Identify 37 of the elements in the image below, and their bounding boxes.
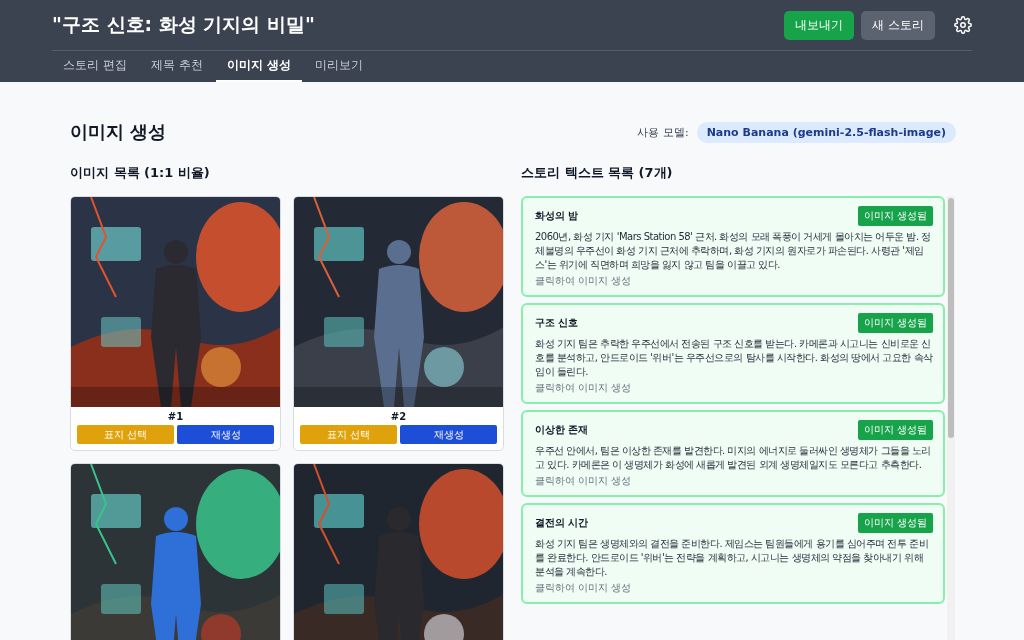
story-card-title: 구조 신호 [535,316,579,330]
image-list-title: 이미지 목록 (1:1 비율) [70,164,211,182]
image-number: #2 [389,411,408,422]
new-story-button[interactable]: 새 스토리 [861,10,935,40]
status-badge: 이미지 생성됨 [857,313,933,333]
story-card[interactable]: 화성의 밤 이미지 생성됨 2060년, 화성 기지 'Mars Station 58' 근처. 화성의 모래 폭풍이 거세게 몰아치는 어두운 밤. 정체불명의 우주선이 화성 기지 근처에 추락하며, 화성 기지의 원자로가 파손된다. 사령관 '제임스'는 위기에 직면하며 희망을 잃지 않고 팀을 이끌고 있다. 클릭하여 이미지 생성 [521,196,945,297]
story-list-title: 스토리 텍스트 목록 (7개) [521,164,674,182]
story-text: 화성 기지 팀은 추락한 우주선에서 전송된 구조 신호를 받는다. 카메론과 시고니는 신비로운 신호를 분석하고, 안드로이드 '위버'는 우주선으로의 탐사를 시작한다. 화성의 땅에서 고요한 속삭임이 들린다. [535,337,933,379]
hint-text: 클릭하여 이미지 생성 [535,581,633,595]
model-badge: Nano Banana (gemini-2.5-flash-image) [696,121,956,143]
story-card-title: 화성의 밤 [535,209,579,223]
story-text: 우주선 안에서, 팀은 이상한 존재를 발견한다. 미지의 에너지로 둘러싸인 생명체가 그들을 노리고 있다. 카메론은 이 생명체가 화성에 새롭게 발견된 외계 생명체일지도 모른다고 추측한다. [535,444,932,472]
settings-icon[interactable] [954,16,972,34]
story-card-title: 결전의 시간 [535,516,589,530]
hint-text: 클릭하여 이미지 생성 [535,274,633,288]
status-badge: 이미지 생성됨 [857,206,933,226]
image-number: #1 [166,411,185,422]
regenerate-button[interactable]: 재생성 [177,425,274,444]
scrollbar[interactable] [947,196,955,640]
story-card[interactable]: 이상한 존재 이미지 생성됨 우주선 안에서, 팀은 이상한 존재를 발견한다. 미지의 에너지로 둘러싸인 생명체가 그들을 노리고 있다. 카메론은 이 생명체가 화성에 새롭게 발견된 외계 생명체일지도 모른다고 추측한다. 클릭하여 이미지 생성 [521,410,945,497]
story-title: "구조 신호: 화성 기지의 비밀" [52,12,315,37]
story-card[interactable]: 구조 신호 이미지 생성됨 화성 기지 팀은 추락한 우주선에서 전송된 구조 신호를 받는다. 카메론과 시고니는 신비로운 신호를 분석하고, 안드로이드 '위버'는 우주선으로의 탐사를 시작한다. 화성의 땅에서 고요한 속삭임이 들린다. 클릭하여 이미지 생성 [521,303,945,404]
story-card-title: 이상한 존재 [535,423,589,437]
story-text: 화성 기지 팀은 생명체와의 결전을 준비한다. 제임스는 팀원들에게 용기를 심어주며 전투 준비를 완료한다. 안드로이드 '위버'는 전략을 계획하고, 시고니는 생명체의 약점을 찾아내기 위해 분석을 계속한다. [535,537,930,579]
model-label: 사용 모델: [637,124,689,140]
status-badge: 이미지 생성됨 [857,513,933,533]
story-card[interactable]: 결전의 시간 이미지 생성됨 화성 기지 팀은 생명체와의 결전을 준비한다. 제임스는 팀원들에게 용기를 심어주며 전투 준비를 완료한다. 안드로이드 '위버'는 전략을 계획하고, 시고니는 생명체의 약점을 찾아내기 위해 분석을 계속한다. 클릭하여 이미지 생성 [521,503,945,604]
hint-text: 클릭하여 이미지 생성 [535,474,633,488]
page-title: 이미지 생성 [70,120,167,144]
nav-tab[interactable]: 미리보기 [303,51,374,82]
status-badge: 이미지 생성됨 [857,420,933,440]
regenerate-button[interactable]: 재생성 [400,425,497,444]
story-text: 2060년, 화성 기지 'Mars Station 58' 근처. 화성의 모래 폭풍이 거세게 몰아치는 어두운 밤. 정체불명의 우주선이 화성 기지 근처에 추락하며, 화성 기지의 원자로가 파손된다. 사령관 '제임스'는 위기에 직면하며 희망을 잃지 않고 팀을 이끌고 있다. [535,230,932,272]
hint-text: 클릭하여 이미지 생성 [535,381,633,395]
nav-tab[interactable]: 이미지 생성 [215,51,302,82]
nav-tab[interactable]: 스토리 편집 [52,51,138,82]
nav-tab[interactable]: 제목 추천 [139,51,214,82]
